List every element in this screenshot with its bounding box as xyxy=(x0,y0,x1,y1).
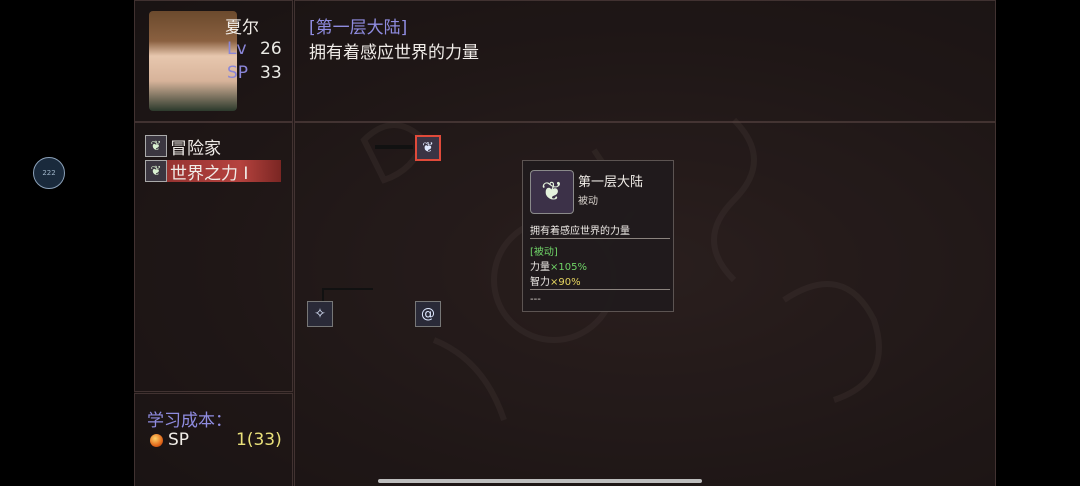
tooltip-tag: [被动] xyxy=(530,247,558,258)
sp-label: SP xyxy=(227,63,249,83)
tooltip-stat-strength: 力量×105% xyxy=(530,262,587,273)
cost-title: 学习成本： xyxy=(147,411,232,431)
skill-list-item-adventurer[interactable]: ❦ 冒险家 xyxy=(145,135,221,159)
character-panel: 夏尔 Lv 26 SP 33 xyxy=(134,0,293,122)
divider xyxy=(530,238,670,239)
skill-node-arcane[interactable]: ✧ xyxy=(307,301,333,327)
skill-tooltip: ❦ 第一层大陆 被动 拥有着感应世界的力量 [被动] 力量×105% 智力×90… xyxy=(522,160,674,312)
skill-list-item-world-power[interactable]: ❦ 世界之力 I xyxy=(145,160,281,184)
sp-value: 33 xyxy=(260,63,282,83)
leaf-icon: ❦ xyxy=(145,160,167,182)
character-portrait xyxy=(149,11,237,111)
floating-menu-button[interactable]: 222 xyxy=(33,157,65,189)
skill-description-panel: [第一层大陆] 拥有着感应世界的力量 换 xyxy=(294,0,996,122)
cost-sp-value: 1(33) xyxy=(236,430,282,450)
skill-node-first-layer[interactable]: ❦ xyxy=(415,135,441,161)
tooltip-stat-intellect: 智力×90% xyxy=(530,277,581,288)
skill-category-list: ❦ 冒险家 ❦ 世界之力 I xyxy=(134,122,293,392)
leaf-icon: ❦ xyxy=(422,140,434,156)
cost-sp-label: SP xyxy=(168,430,190,450)
tooltip-more: --- xyxy=(530,294,541,305)
skill-screen: 夏尔 Lv 26 SP 33 [第一层大陆] 拥有着感应世界的力量 换 ❦ 冒险… xyxy=(134,0,996,486)
swirl-icon: @ xyxy=(421,306,435,322)
tooltip-skill-type: 被动 xyxy=(578,196,598,207)
leaf-icon: ❦ xyxy=(530,170,574,214)
divider xyxy=(530,289,670,290)
level-value: 26 xyxy=(260,39,282,59)
character-name: 夏尔 xyxy=(225,18,259,38)
level-label: Lv xyxy=(227,39,247,59)
home-indicator[interactable] xyxy=(378,479,702,483)
skill-description: 拥有着感应世界的力量 xyxy=(309,43,479,63)
skill-node-locked[interactable]: @ xyxy=(415,301,441,327)
skill-title: [第一层大陆] xyxy=(309,18,408,38)
rune-icon: ✧ xyxy=(314,306,326,322)
leaf-icon: ❦ xyxy=(145,135,167,157)
sp-orb-icon xyxy=(150,434,163,447)
tooltip-skill-name: 第一层大陆 xyxy=(578,175,644,190)
tooltip-description: 拥有着感应世界的力量 xyxy=(530,226,630,237)
